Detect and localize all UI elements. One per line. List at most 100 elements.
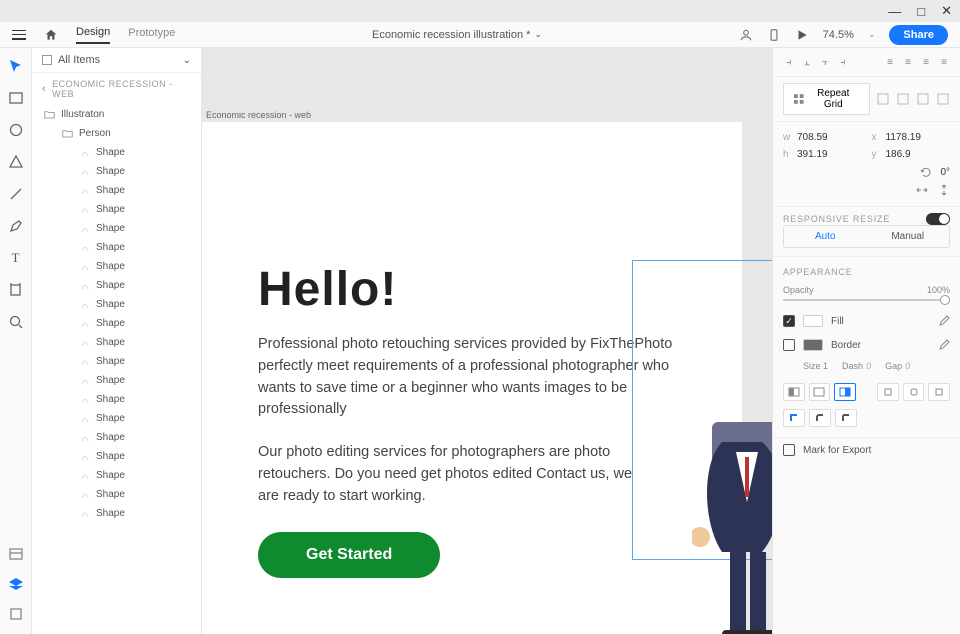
document-title[interactable]: Economic recession illustration * ⌄ — [175, 29, 738, 41]
rotation-value[interactable]: 0° — [940, 167, 950, 178]
select-tool[interactable] — [8, 58, 24, 74]
zoom-level[interactable]: 74.5% — [823, 29, 854, 41]
topbar: Design Prototype Economic recession illu… — [0, 22, 960, 48]
layer-shape[interactable]: Shape — [32, 143, 201, 162]
resize-mode[interactable]: Auto Manual — [783, 225, 950, 248]
layer-folder[interactable]: Person — [32, 124, 201, 143]
flip-h-icon[interactable] — [916, 184, 928, 196]
resize-manual[interactable]: Manual — [867, 226, 950, 247]
pen-tool[interactable] — [8, 218, 24, 234]
layer-shape[interactable]: Shape — [32, 181, 201, 200]
resize-auto[interactable]: Auto — [784, 226, 867, 247]
intersect-icon[interactable] — [916, 92, 930, 106]
border-checkbox[interactable] — [783, 339, 795, 351]
cap-square-icon[interactable] — [928, 383, 950, 401]
layer-shape[interactable]: Shape — [32, 257, 201, 276]
stroke-gap[interactable]: 0 — [905, 361, 910, 371]
distribute-h-icon[interactable]: ≡ — [882, 54, 898, 70]
flip-v-icon[interactable] — [938, 184, 950, 196]
repeat-grid-button[interactable]: Repeat Grid — [783, 83, 870, 115]
polygon-tool[interactable] — [8, 154, 24, 170]
layer-shape[interactable]: Shape — [32, 162, 201, 181]
eyedropper-icon[interactable] — [938, 339, 950, 351]
line-tool[interactable] — [8, 186, 24, 202]
layer-shape[interactable]: Shape — [32, 485, 201, 504]
distribute-v-icon[interactable]: ≡ — [900, 54, 916, 70]
artboard-tool[interactable] — [8, 282, 24, 298]
align-left-icon[interactable]: ⫞ — [781, 54, 797, 70]
device-icon[interactable] — [767, 28, 781, 42]
stroke-center-icon[interactable] — [809, 383, 831, 401]
window-minimize[interactable]: — — [888, 4, 901, 19]
cap-butt-icon[interactable] — [877, 383, 899, 401]
canvas[interactable]: Economic recession - web Hello! Professi… — [202, 48, 772, 634]
exclude-icon[interactable] — [936, 92, 950, 106]
x-value[interactable]: 1178.19 — [886, 132, 921, 143]
home-icon[interactable] — [44, 28, 58, 42]
responsive-toggle[interactable] — [926, 213, 950, 225]
opacity-value[interactable]: 100% — [927, 285, 950, 295]
y-value[interactable]: 186.9 — [886, 149, 911, 160]
rotate-icon[interactable] — [920, 166, 932, 178]
share-button[interactable]: Share — [889, 25, 948, 45]
assets-panel-icon[interactable] — [8, 546, 24, 562]
layer-shape[interactable]: Shape — [32, 409, 201, 428]
align-middle-icon[interactable]: ≡ — [918, 54, 934, 70]
tab-design[interactable]: Design — [76, 26, 110, 44]
menu-icon[interactable] — [12, 30, 26, 40]
stroke-size[interactable]: 1 — [823, 361, 828, 371]
subtract-icon[interactable] — [896, 92, 910, 106]
layer-shape[interactable]: Shape — [32, 200, 201, 219]
export-checkbox[interactable] — [783, 444, 795, 456]
ellipse-tool[interactable] — [8, 122, 24, 138]
user-icon[interactable] — [739, 28, 753, 42]
window-close[interactable]: ✕ — [941, 3, 952, 19]
width-value[interactable]: 708.59 — [797, 132, 828, 143]
join-miter-icon[interactable] — [783, 409, 805, 427]
align-center-h-icon[interactable]: ⫠ — [799, 54, 815, 70]
layer-shape[interactable]: Shape — [32, 276, 201, 295]
join-bevel-icon[interactable] — [835, 409, 857, 427]
breadcrumb[interactable]: ‹ ECONOMIC RECESSION - WEB — [32, 73, 201, 105]
align-right-icon[interactable]: ⫟ — [817, 54, 833, 70]
layer-shape[interactable]: Shape — [32, 504, 201, 523]
add-icon[interactable] — [876, 92, 890, 106]
play-icon[interactable] — [795, 28, 809, 42]
opacity-slider[interactable] — [783, 299, 950, 301]
align-top-icon[interactable]: ⫞ — [835, 54, 851, 70]
artboard-label[interactable]: Economic recession - web — [202, 110, 742, 120]
join-round-icon[interactable] — [809, 409, 831, 427]
window-maximize[interactable]: □ — [917, 4, 925, 19]
chevron-down-icon[interactable]: ⌄ — [868, 29, 876, 40]
text-tool[interactable]: T — [8, 250, 24, 266]
layer-shape[interactable]: Shape — [32, 314, 201, 333]
zoom-tool[interactable] — [8, 314, 24, 330]
stroke-inner-icon[interactable] — [783, 383, 805, 401]
layer-folder[interactable]: Illustraton — [32, 105, 201, 124]
align-bottom-icon[interactable]: ≡ — [936, 54, 952, 70]
stroke-outer-icon[interactable] — [834, 383, 856, 401]
layer-shape[interactable]: Shape — [32, 295, 201, 314]
layers-panel-icon[interactable] — [8, 576, 24, 592]
border-swatch[interactable] — [803, 339, 823, 351]
layer-shape[interactable]: Shape — [32, 447, 201, 466]
cap-round-icon[interactable] — [903, 383, 925, 401]
height-value[interactable]: 391.19 — [797, 149, 828, 160]
rectangle-tool[interactable] — [8, 90, 24, 106]
plugins-panel-icon[interactable] — [8, 606, 24, 622]
artboard[interactable]: Hello! Professional photo retouching ser… — [202, 122, 742, 634]
layer-shape[interactable]: Shape — [32, 219, 201, 238]
tab-prototype[interactable]: Prototype — [128, 27, 175, 43]
layer-shape[interactable]: Shape — [32, 352, 201, 371]
fill-checkbox[interactable]: ✓ — [783, 315, 795, 327]
layer-shape[interactable]: Shape — [32, 428, 201, 447]
layers-filter[interactable]: All Items ⌄ — [32, 48, 201, 73]
layer-shape[interactable]: Shape — [32, 390, 201, 409]
fill-swatch[interactable] — [803, 315, 823, 327]
eyedropper-icon[interactable] — [938, 315, 950, 327]
layer-shape[interactable]: Shape — [32, 238, 201, 257]
layer-shape[interactable]: Shape — [32, 371, 201, 390]
layer-shape[interactable]: Shape — [32, 333, 201, 352]
layer-shape[interactable]: Shape — [32, 466, 201, 485]
stroke-dash[interactable]: 0 — [866, 361, 871, 371]
